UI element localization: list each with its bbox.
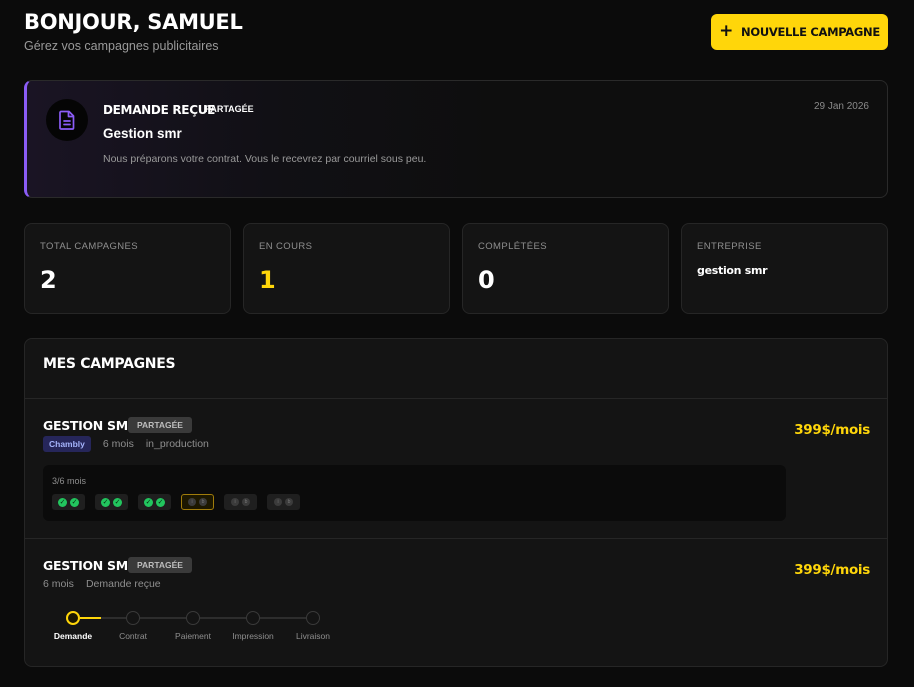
campaign-duration: 6 mois	[102, 438, 134, 450]
check-icon: ✓	[58, 497, 67, 507]
month-box-pending: ib	[224, 494, 257, 510]
notification-tag: PARTAGÉE	[205, 104, 254, 114]
pending-dot-icon: b	[242, 498, 250, 506]
step-connector	[260, 617, 306, 619]
location-badge: Chambly	[43, 436, 91, 452]
month-box-pending: ib	[181, 494, 214, 510]
campaign-status: in_production	[145, 438, 209, 450]
stat-completed: COMPLÉTÉES 0	[462, 223, 669, 314]
campaign-name: GESTION SMR	[43, 558, 138, 573]
months-progress: 3/6 mois ✓ ✓ ✓ ✓ ✓ ✓ i b i b i b	[43, 465, 786, 521]
pending-dot-icon: i	[274, 498, 282, 506]
month-boxes: ✓ ✓ ✓ ✓ ✓ ✓ i b i b i b	[52, 494, 300, 510]
step-circle	[186, 611, 200, 625]
stat-in-progress: EN COURS 1	[243, 223, 450, 314]
stat-label: EN COURS	[259, 241, 313, 252]
step-connector	[200, 617, 246, 619]
step-circle	[306, 611, 320, 625]
stat-label: COMPLÉTÉES	[478, 241, 547, 252]
stat-value: 1	[259, 266, 276, 294]
campaign-name: GESTION SMR	[43, 418, 138, 433]
plus-icon: +	[719, 20, 734, 41]
page-subtitle: Gérez vos campagnes publicitaires	[24, 39, 219, 53]
stat-total-campaigns: TOTAL CAMPAGNES 2	[24, 223, 231, 314]
campaigns-section: MES CAMPAGNES GESTION SMR PARTAGÉE 399$/…	[24, 338, 888, 667]
section-title: MES CAMPAGNES	[43, 356, 176, 372]
campaign-tag: PARTAGÉE	[128, 557, 192, 573]
notification-card: DEMANDE REÇUE PARTAGÉE 29 Jan 2026 Gesti…	[24, 80, 888, 198]
month-box-done: ✓ ✓	[138, 494, 171, 510]
pending-dot-icon: b	[285, 498, 293, 506]
campaign-price: 399$/mois	[794, 562, 870, 578]
notification-date: 29 Jan 2026	[813, 101, 869, 112]
campaign-tag: PARTAGÉE	[128, 417, 192, 433]
notification-title: DEMANDE REÇUE	[103, 103, 216, 117]
divider	[25, 538, 887, 539]
step-circle	[66, 611, 80, 625]
stat-value: 2	[40, 266, 57, 294]
company-name: gestion smr	[697, 264, 768, 277]
stat-label: ENTREPRISE	[697, 241, 762, 252]
new-campaign-label: NOUVELLE CAMPAGNE	[741, 25, 880, 39]
step-circle	[246, 611, 260, 625]
document-icon	[46, 99, 88, 141]
page-title: BONJOUR, SAMUEL	[24, 10, 243, 34]
step-circle	[126, 611, 140, 625]
month-box-pending: ib	[267, 494, 300, 510]
campaign-status: Demande reçue	[85, 578, 161, 590]
campaign-duration: 6 mois	[43, 578, 74, 590]
step-connector	[140, 617, 186, 619]
stat-label: TOTAL CAMPAGNES	[40, 241, 139, 252]
new-campaign-button[interactable]: + NOUVELLE CAMPAGNE	[711, 14, 888, 50]
check-icon: ✓	[101, 497, 110, 507]
progress-stepper: Demande Contrat Paiement Impression Livraiso…	[25, 607, 365, 647]
step-connector-active	[80, 617, 101, 619]
check-icon: ✓	[156, 497, 165, 507]
month-box-done: ✓ ✓	[95, 494, 128, 510]
campaign-price: 399$/mois	[794, 422, 870, 438]
pending-dot-icon: i	[231, 498, 239, 506]
stat-company: ENTREPRISE gestion smr	[681, 223, 888, 314]
notification-message: Nous préparons votre contrat. Vous le re…	[103, 153, 427, 165]
campaign-meta: 6 mois Demande reçue	[43, 578, 161, 590]
campaign-meta: Chambly 6 mois in_production	[43, 436, 209, 452]
check-icon: ✓	[144, 497, 153, 507]
pending-dot-icon: b	[199, 498, 207, 506]
month-box-done: ✓ ✓	[52, 494, 85, 510]
pending-dot-icon: i	[188, 498, 196, 506]
notification-campaign-name: Gestion smr	[103, 126, 182, 141]
months-progress-label: 3/6 mois	[52, 476, 87, 486]
divider	[25, 398, 887, 399]
check-icon: ✓	[70, 497, 79, 507]
check-icon: ✓	[113, 497, 122, 507]
step-label: Livraison	[295, 631, 331, 641]
stat-value: 0	[478, 266, 495, 294]
